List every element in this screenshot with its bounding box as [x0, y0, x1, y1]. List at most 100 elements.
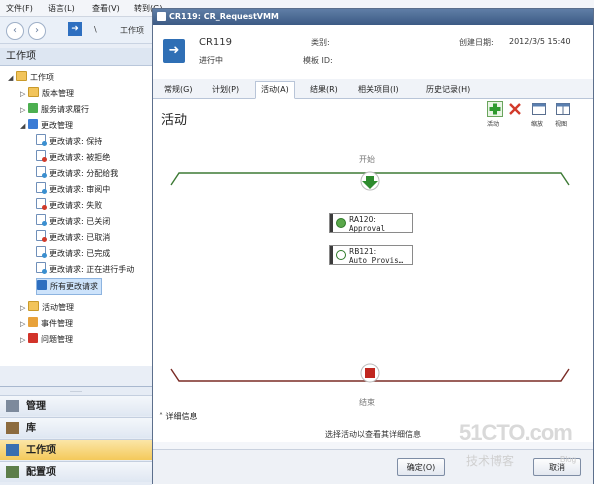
add-activity-icon[interactable] — [487, 101, 503, 117]
form-titlebar[interactable]: CR119: CR_RequestVMM — [153, 9, 593, 25]
admin-icon — [6, 400, 19, 412]
view-icon — [36, 198, 47, 210]
approval-icon — [336, 218, 346, 228]
tab-activities[interactable]: 活动(A) — [255, 81, 295, 99]
incident-icon — [28, 317, 38, 327]
tab-history[interactable]: 历史记录(H) — [421, 82, 475, 98]
request-id: CR119 — [199, 37, 233, 48]
expand-icon[interactable]: ▷ — [20, 333, 28, 348]
menu-file[interactable]: 文件(F) — [6, 3, 33, 14]
delete-activity-icon[interactable] — [507, 101, 523, 117]
tab-results[interactable]: 结果(R) — [305, 82, 343, 98]
view-icon — [36, 182, 47, 194]
tree-item-cr-manual[interactable]: 更改请求: 正在进行手动 — [36, 262, 134, 277]
folder-icon — [16, 71, 27, 81]
activity-toolbar: 活动 缩放 视图 — [483, 99, 591, 129]
view-icon — [36, 246, 47, 258]
activity-name: Approval — [349, 224, 386, 233]
collapse-icon[interactable]: ◢ — [20, 119, 28, 134]
tree-item-cr-failed[interactable]: 更改请求: 失败 — [36, 198, 102, 213]
tree-item-problem-mgmt[interactable]: ▷ 问题管理 — [20, 332, 73, 347]
expand-icon[interactable]: ▷ — [20, 317, 28, 332]
tree-item-cr-assigned[interactable]: 更改请求: 分配给我 — [36, 166, 118, 181]
problem-icon — [28, 333, 38, 343]
change-request-icon: ➜ — [163, 39, 185, 63]
form-header: ➜ CR119 进行中 类别: 模板 ID: 创建日期: 2012/3/5 15… — [153, 25, 593, 80]
activity-node-approval[interactable]: RA120: Approval — [329, 213, 413, 233]
activities-title: 活动 — [161, 113, 188, 128]
zoom-icon[interactable] — [531, 101, 547, 117]
menu-view[interactable]: 查看(V) — [92, 3, 120, 14]
wunderbar: …… 管理 库 工作项 配置项 — [0, 386, 152, 485]
workitems-icon — [6, 444, 19, 456]
watermark-blog: Blog — [560, 455, 577, 464]
change-icon — [28, 119, 38, 129]
breadcrumb[interactable]: 工作项 — [120, 25, 144, 36]
tree-item-cr-cancelled[interactable]: 更改请求: 已取消 — [36, 230, 110, 245]
path-separator: \ — [94, 25, 97, 34]
window-icon — [157, 12, 166, 21]
toolbar-activity-label: 活动 — [487, 121, 500, 128]
activity-id: RA120: — [349, 215, 376, 224]
release-icon — [28, 87, 39, 97]
view-icon — [36, 150, 47, 162]
start-arrow-icon[interactable] — [360, 171, 380, 191]
activity-icon — [28, 301, 39, 311]
watermark-site: 51CTO.com — [459, 420, 573, 445]
wunderbar-grip[interactable]: …… — [0, 387, 152, 394]
tree-item-cr-completed[interactable]: 更改请求: 已完成 — [36, 246, 110, 261]
category-label: 类别: — [311, 38, 330, 47]
tree-item-workitems[interactable]: ◢ 工作项 — [8, 70, 54, 85]
view-layout-icon[interactable] — [555, 101, 571, 117]
tab-related-items[interactable]: 相关项目(I) — [353, 82, 404, 98]
expand-icon[interactable]: ▷ — [20, 103, 28, 118]
collapse-icon[interactable]: ◢ — [8, 71, 16, 86]
activities-panel: 活动 活动 缩放 视图 开始 结束 RA120: Approval RB121:… — [153, 99, 593, 442]
service-request-icon — [28, 103, 38, 113]
expand-icon[interactable]: ▷ — [20, 87, 28, 102]
view-icon — [36, 134, 47, 146]
view-icon — [36, 262, 47, 274]
activity-bar — [330, 246, 333, 264]
ok-button[interactable]: 确定(O) — [397, 458, 445, 476]
end-square-icon[interactable] — [360, 363, 380, 383]
wunderbar-admin[interactable]: 管理 — [0, 395, 152, 416]
workflow-diagram — [170, 171, 570, 383]
tree-item-cr-closed[interactable]: 更改请求: 已关闭 — [36, 214, 110, 229]
tree-item-cr-hold[interactable]: 更改请求: 保持 — [36, 134, 102, 149]
runbook-icon — [336, 250, 346, 260]
tree-item-cr-rejected[interactable]: 更改请求: 被拒绝 — [36, 150, 110, 165]
library-icon — [6, 422, 19, 434]
navigate-icon[interactable]: ➜ — [68, 22, 82, 36]
back-arrow-icon[interactable]: ‹ — [6, 22, 24, 40]
tree-item-incident-mgmt[interactable]: ▷ 事件管理 — [20, 316, 73, 331]
expand-icon[interactable]: ▷ — [20, 301, 28, 316]
view-icon — [36, 166, 47, 178]
tree-item-activity-mgmt[interactable]: ▷ 活动管理 — [20, 300, 74, 315]
wunderbar-workitems[interactable]: 工作项 — [0, 439, 152, 460]
tree-item-service-request[interactable]: ▷ 服务请求履行 — [20, 102, 89, 117]
details-expander[interactable]: ˄ 详细信息 — [159, 411, 198, 422]
form-tabs: 常规(G) 计划(P) 活动(A) 结果(R) 相关项目(I) 历史记录(H) — [153, 79, 593, 99]
tree-item-all-cr[interactable]: 所有更改请求 — [36, 278, 102, 295]
config-items-icon — [6, 466, 19, 478]
tab-general[interactable]: 常规(G) — [159, 82, 197, 98]
view-icon — [36, 214, 47, 226]
activity-node-auto-provision[interactable]: RB121: Auto Provis… — [329, 245, 413, 265]
tab-planning[interactable]: 计划(P) — [207, 82, 244, 98]
toolbar-zoom-label: 缩放 — [531, 121, 544, 128]
wunderbar-config-items[interactable]: 配置项 — [0, 461, 152, 482]
view-icon — [36, 230, 47, 242]
watermark-slogan: 技术博客 — [466, 454, 515, 468]
menu-language[interactable]: 语言(L) — [48, 3, 75, 14]
all-requests-icon — [37, 280, 47, 290]
tree-item-cr-review[interactable]: 更改请求: 审阅中 — [36, 182, 110, 197]
start-label: 开始 — [359, 155, 375, 164]
toolbar-view-label: 视图 — [555, 121, 568, 128]
tree-item-change-mgmt[interactable]: ◢ 更改管理 — [20, 118, 73, 133]
forward-arrow-icon[interactable]: › — [28, 22, 46, 40]
wunderbar-library[interactable]: 库 — [0, 417, 152, 438]
template-id-label: 模板 ID: — [303, 56, 333, 65]
tree-item-release-mgmt[interactable]: ▷ 版本管理 — [20, 86, 74, 101]
created-date-label: 创建日期: — [459, 38, 494, 47]
